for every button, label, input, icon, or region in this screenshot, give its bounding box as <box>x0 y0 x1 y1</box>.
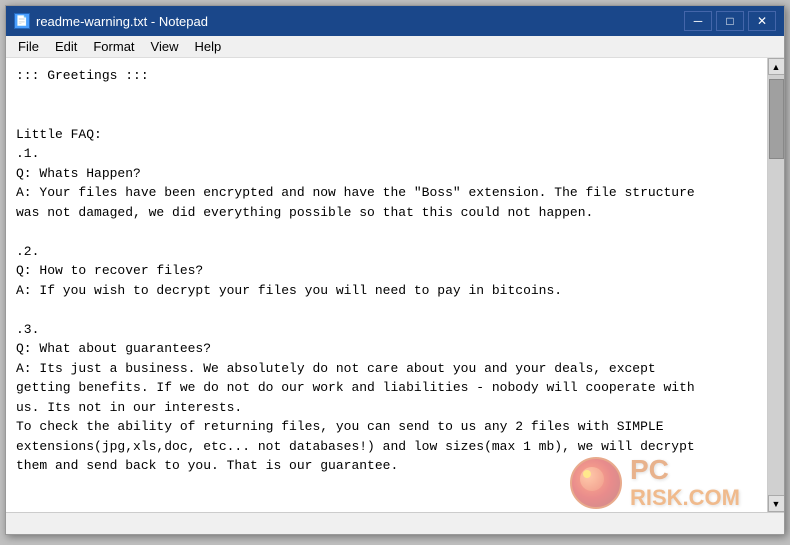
scrollbar-track[interactable] <box>768 75 784 495</box>
window-title: readme-warning.txt - Notepad <box>36 14 684 29</box>
title-bar: 📄 readme-warning.txt - Notepad ─ □ ✕ <box>6 6 784 36</box>
menu-format[interactable]: Format <box>85 38 142 55</box>
scrollbar-thumb[interactable] <box>769 79 784 159</box>
scroll-down-button[interactable]: ▼ <box>768 495 785 512</box>
menu-bar: File Edit Format View Help <box>6 36 784 58</box>
menu-help[interactable]: Help <box>186 38 229 55</box>
menu-edit[interactable]: Edit <box>47 38 85 55</box>
app-icon-letter: 📄 <box>16 16 28 27</box>
maximize-button[interactable]: □ <box>716 11 744 31</box>
text-editor[interactable]: ::: Greetings ::: Little FAQ: .1. Q: Wha… <box>6 58 767 512</box>
vertical-scrollbar[interactable]: ▲ ▼ <box>767 58 784 512</box>
menu-file[interactable]: File <box>10 38 47 55</box>
window-controls: ─ □ ✕ <box>684 11 776 31</box>
content-area: ::: Greetings ::: Little FAQ: .1. Q: Wha… <box>6 58 784 512</box>
notepad-window: 📄 readme-warning.txt - Notepad ─ □ ✕ Fil… <box>5 5 785 535</box>
close-button[interactable]: ✕ <box>748 11 776 31</box>
scroll-up-button[interactable]: ▲ <box>768 58 785 75</box>
minimize-button[interactable]: ─ <box>684 11 712 31</box>
menu-view[interactable]: View <box>143 38 187 55</box>
status-bar <box>6 512 784 534</box>
app-icon: 📄 <box>14 13 30 29</box>
